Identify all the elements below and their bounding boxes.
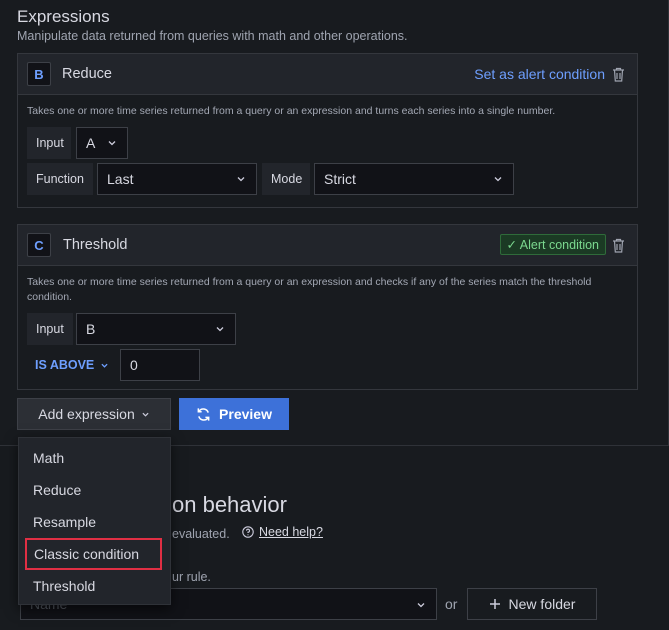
operator-label: IS ABOVE [35,358,95,372]
section-description: Manipulate data returned from queries wi… [17,29,408,43]
input-label: Input [27,313,73,345]
add-expression-button[interactable]: Add expression [17,398,171,430]
or-label: or [445,596,458,612]
section-title: Expressions [17,7,110,26]
expression-name[interactable]: Reduce [62,66,112,82]
input-select-value: B [86,321,96,337]
function-label: Function [27,163,93,195]
set-alert-condition-button[interactable]: Set as alert condition [474,66,605,82]
menu-item-math[interactable]: Math [19,442,170,474]
ref-badge-c[interactable]: C [27,233,51,257]
need-help-label: Need help? [259,525,323,539]
plus-icon [489,599,500,609]
input-label: Input [27,127,71,159]
mode-select-value: Strict [324,171,356,187]
input-select[interactable]: B [76,313,236,345]
reduce-description: Takes one or more time series returned f… [27,105,556,117]
menu-item-reduce[interactable]: Reduce [19,474,170,506]
menu-item-resample[interactable]: Resample [19,506,170,538]
menu-item-threshold[interactable]: Threshold [19,570,170,602]
input-select[interactable]: A [76,127,128,159]
new-folder-label: New folder [508,596,576,612]
alert-condition-badge: ✓ Alert condition [499,234,606,255]
function-select[interactable]: Last [97,163,257,195]
trash-icon[interactable] [612,67,625,82]
evaluation-hint: ur rule. [172,570,211,584]
new-folder-button[interactable]: New folder [467,588,597,620]
reduce-card-header: B Reduce Set as alert condition [18,54,637,95]
function-select-value: Last [107,171,134,187]
evaluation-description: evaluated. [172,527,230,541]
evaluation-section-title: on behavior [172,492,287,517]
threshold-expression-card: C Threshold ✓ Alert condition Takes one … [17,224,638,390]
input-select-value: A [86,135,96,151]
preview-button[interactable]: Preview [179,398,289,430]
add-expression-label: Add expression [38,406,135,422]
threshold-description: Takes one or more time series returned f… [27,276,592,303]
threshold-card-header: C Threshold ✓ Alert condition [18,225,637,266]
ref-badge-b[interactable]: B [27,62,51,86]
mode-label: Mode [262,163,310,195]
expression-name[interactable]: Threshold [63,237,127,253]
trash-icon[interactable] [612,238,625,253]
chevron-down-icon [216,327,224,332]
chevron-down-icon [417,603,425,608]
sync-icon [197,407,210,421]
need-help-link[interactable]: Need help? [242,525,323,539]
chevron-down-icon [494,177,502,182]
chevron-down-icon [108,141,116,146]
operator-select[interactable]: IS ABOVE [35,358,109,372]
threshold-value-input[interactable]: 0 [120,349,200,381]
chevron-down-icon [142,412,149,417]
mode-select[interactable]: Strict [314,163,514,195]
chevron-down-icon [101,363,108,368]
chevron-down-icon [237,177,245,182]
help-circle-icon [242,526,254,538]
expressions-section: Expressions Manipulate data returned fro… [0,0,669,446]
reduce-expression-card: B Reduce Set as alert condition Takes on… [17,53,638,208]
preview-label: Preview [219,406,272,422]
menu-item-classic-condition[interactable]: Classic condition [25,538,162,570]
add-expression-menu: Math Reduce Resample Classic condition T… [18,437,171,605]
